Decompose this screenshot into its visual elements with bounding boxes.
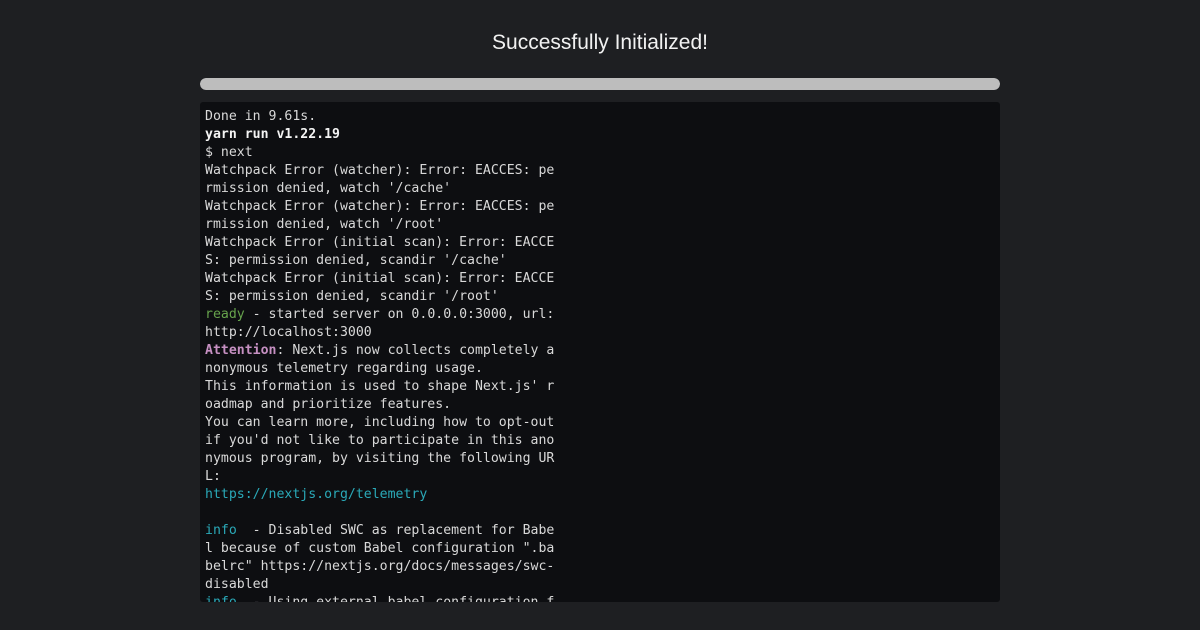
terminal-line-text: Done in 9.61s. (205, 109, 317, 124)
terminal-line: info - Disabled SWC as replacement for B… (205, 522, 557, 594)
terminal-line-text: - Using external babel configuration fro… (205, 595, 555, 602)
terminal-line-text: You can learn more, including how to opt… (205, 415, 563, 484)
terminal-line-text: Watchpack Error (watcher): Error: EACCES… (205, 199, 555, 232)
terminal-line: Done in 9.61s. (205, 108, 557, 126)
info-prefix: info (205, 595, 237, 602)
ready-prefix: ready (205, 307, 245, 322)
terminal-line: Watchpack Error (initial scan): Error: E… (205, 270, 557, 306)
terminal-line-text: Watchpack Error (watcher): Error: EACCES… (205, 163, 555, 196)
terminal-line: Attention: Next.js now collects complete… (205, 342, 557, 378)
terminal-line: Watchpack Error (watcher): Error: EACCES… (205, 162, 557, 198)
terminal-line-text: - Disabled SWC as replacement for Babel … (205, 523, 555, 592)
terminal-output[interactable]: Done in 9.61s. yarn run v1.22.19 $ next Wat… (200, 102, 1000, 602)
terminal-line: $ next (205, 144, 557, 162)
terminal-line-text: yarn run v1.22.19 (205, 127, 340, 142)
terminal-line: This information is used to shape Next.j… (205, 378, 557, 414)
progress-bar-fill (200, 78, 1000, 90)
terminal-line-text: - started server on 0.0.0.0:3000, url: h… (205, 307, 563, 340)
terminal-line: You can learn more, including how to opt… (205, 414, 557, 486)
telemetry-link[interactable]: https://nextjs.org/telemetry (205, 487, 427, 502)
terminal-line-text: Watchpack Error (initial scan): Error: E… (205, 271, 555, 304)
terminal-line-text: $ next (205, 145, 253, 160)
terminal-log: Done in 9.61s. yarn run v1.22.19 $ next Wat… (205, 108, 557, 602)
terminal-line: info - Using external babel configuratio… (205, 594, 557, 602)
attention-prefix: Attention (205, 343, 277, 358)
terminal-line-text: Watchpack Error (initial scan): Error: E… (205, 235, 555, 268)
progress-bar (200, 78, 1000, 90)
terminal-line-text: This information is used to shape Next.j… (205, 379, 555, 412)
terminal-line: ready - started server on 0.0.0.0:3000, … (205, 306, 557, 342)
terminal-line: Watchpack Error (initial scan): Error: E… (205, 234, 557, 270)
page-title: Successfully Initialized! (492, 31, 708, 54)
terminal-line: yarn run v1.22.19 (205, 126, 557, 144)
terminal-line: Watchpack Error (watcher): Error: EACCES… (205, 198, 557, 234)
info-prefix: info (205, 523, 237, 538)
terminal-line: https://nextjs.org/telemetry (205, 486, 557, 504)
